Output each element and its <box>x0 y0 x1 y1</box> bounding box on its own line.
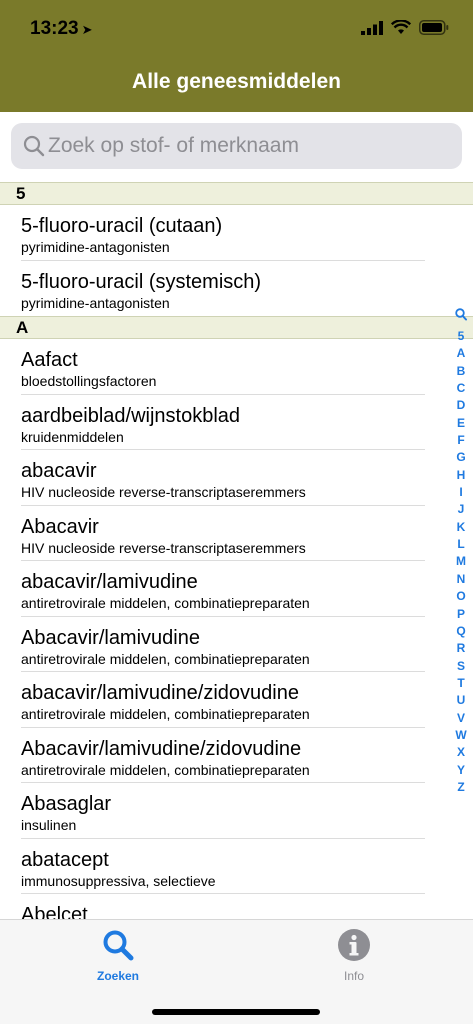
list-item[interactable]: Abelcet <box>0 894 473 919</box>
list-item[interactable]: Abacavir/lamivudine/zidovudine antiretro… <box>0 728 473 784</box>
index-letter[interactable]: D <box>453 397 469 414</box>
tab-label: Info <box>343 969 364 983</box>
index-letter[interactable]: H <box>453 467 469 484</box>
drug-category: immunosuppressiva, selectieve <box>21 872 216 889</box>
battery-icon <box>419 20 449 35</box>
index-letter[interactable]: Q <box>453 623 469 640</box>
search-tab-icon <box>103 930 134 961</box>
index-letter[interactable]: O <box>453 588 469 605</box>
search-area <box>0 112 473 182</box>
list-item[interactable]: Aafact bloedstollingsfactoren <box>0 339 473 395</box>
drug-name: aardbeiblad/wijnstokblad <box>21 404 241 427</box>
location-arrow-icon: ➤ <box>81 22 93 37</box>
status-icons <box>361 20 449 35</box>
tab-label: Zoeken <box>96 969 139 983</box>
drug-list[interactable]: 5 5-fluoro-uracil (cutaan) pyrimidine-an… <box>0 182 473 919</box>
tab-info[interactable]: Info <box>304 928 404 983</box>
tab-zoeken[interactable]: Zoeken <box>68 928 168 983</box>
list-item[interactable]: abacavir/lamivudine antiretrovirale midd… <box>0 561 473 617</box>
index-letter[interactable]: W <box>453 727 469 744</box>
list-item[interactable]: Abasaglar insulinen <box>0 783 473 839</box>
drug-category: HIV nucleoside reverse-transcriptaseremm… <box>21 484 306 500</box>
drug-category: pyrimidine-antagonisten <box>21 239 170 255</box>
list-item[interactable]: Abacavir/lamivudine antiretrovirale midd… <box>0 617 473 673</box>
drug-name: 5-fluoro-uracil (cutaan) <box>21 215 223 237</box>
drug-category: antiretrovirale middelen, combinatieprep… <box>21 706 310 722</box>
index-search-icon[interactable] <box>455 306 467 323</box>
list-item[interactable]: Abacavir HIV nucleoside reverse-transcri… <box>0 506 473 562</box>
status-time: 13:23 ➤ <box>30 18 93 40</box>
index-letter[interactable]: Z <box>453 779 469 796</box>
drug-name: abacavir/lamivudine <box>21 571 198 593</box>
drug-name: Abacavir/lamivudine/zidovudine <box>21 737 302 760</box>
list-item[interactable]: 5-fluoro-uracil (systemisch) pyrimidine-… <box>0 261 473 317</box>
drug-category: pyrimidine-antagonisten <box>21 294 170 311</box>
search-bar[interactable] <box>11 123 462 169</box>
list-item[interactable]: aardbeiblad/wijnstokblad kruidenmiddelen <box>0 395 473 451</box>
index-letter[interactable]: U <box>453 692 469 709</box>
search-icon <box>23 135 45 157</box>
navigation-header: 13:23 ➤ Alle geneesmiddelen <box>0 0 473 112</box>
drug-name: Abacavir <box>21 515 99 538</box>
info-icon <box>338 929 370 961</box>
drug-category: insulinen <box>21 817 77 833</box>
index-letter[interactable]: J <box>453 501 469 518</box>
drug-category: bloedstollingsfactoren <box>21 373 157 389</box>
index-letter[interactable]: K <box>453 519 469 536</box>
drug-name: Abacavir/lamivudine <box>21 626 200 649</box>
list-item[interactable]: abatacept immunosuppressiva, selectieve <box>0 839 473 895</box>
index-letter[interactable]: F <box>453 432 469 449</box>
index-letter[interactable]: I <box>453 484 469 501</box>
drug-category: kruidenmiddelen <box>21 428 124 445</box>
index-letter[interactable]: P <box>453 606 469 623</box>
index-letter[interactable]: V <box>453 710 469 727</box>
cellular-signal-icon <box>361 20 383 35</box>
drug-category: antiretrovirale middelen, combinatieprep… <box>21 761 310 778</box>
list-item[interactable]: abacavir/lamivudine/zidovudine antiretro… <box>0 672 473 728</box>
drug-category: antiretrovirale middelen, combinatieprep… <box>21 650 310 667</box>
section-header-5: 5 <box>0 182 473 205</box>
wifi-icon <box>391 20 411 34</box>
drug-name: abacavir <box>21 460 97 482</box>
index-letter[interactable]: R <box>453 640 469 657</box>
index-letter[interactable]: A <box>453 345 469 362</box>
index-letter[interactable]: M <box>453 553 469 570</box>
section-index[interactable]: 5 A B C D E F G H I J K L M N O P Q R S … <box>453 306 469 796</box>
drug-name: Abasaglar <box>21 793 112 815</box>
drug-name: 5-fluoro-uracil (systemisch) <box>21 270 262 293</box>
index-letter[interactable]: B <box>453 363 469 380</box>
index-letter[interactable]: G <box>453 449 469 466</box>
status-time-text: 13:23 <box>30 18 79 39</box>
index-letter[interactable]: 5 <box>453 328 469 345</box>
drug-name: abatacept <box>21 848 109 871</box>
list-item[interactable]: abacavir HIV nucleoside reverse-transcri… <box>0 450 473 506</box>
search-input[interactable] <box>48 123 448 169</box>
drug-name: abacavir/lamivudine/zidovudine <box>21 682 299 704</box>
index-letter[interactable]: L <box>453 536 469 553</box>
list-item[interactable]: 5-fluoro-uracil (cutaan) pyrimidine-anta… <box>0 205 473 261</box>
index-letter[interactable]: E <box>453 415 469 432</box>
drug-category: HIV nucleoside reverse-transcriptaseremm… <box>21 539 306 556</box>
index-letter[interactable]: X <box>453 744 469 761</box>
index-letter[interactable]: T <box>453 675 469 692</box>
drug-name: Aafact <box>21 349 78 371</box>
index-letter[interactable]: Y <box>453 762 469 779</box>
index-letter[interactable]: C <box>453 380 469 397</box>
index-letter[interactable]: N <box>453 571 469 588</box>
index-letter[interactable]: S <box>453 658 469 675</box>
home-indicator <box>152 1009 320 1015</box>
drug-name: Abelcet <box>21 904 88 919</box>
drug-category: antiretrovirale middelen, combinatieprep… <box>21 595 310 611</box>
section-header-a: A <box>0 316 473 339</box>
page-title: Alle geneesmiddelen <box>132 70 341 93</box>
